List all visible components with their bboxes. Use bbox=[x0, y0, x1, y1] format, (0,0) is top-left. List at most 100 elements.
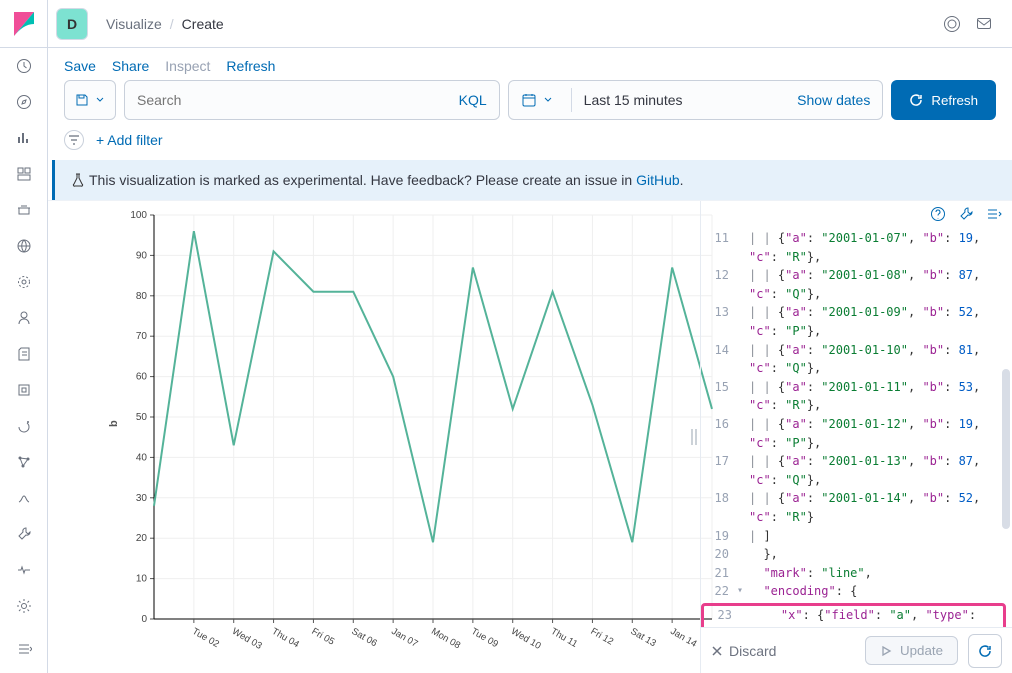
search-input[interactable] bbox=[137, 92, 449, 108]
svg-text:10: 10 bbox=[136, 574, 148, 585]
search-input-wrap[interactable]: KQL bbox=[124, 80, 500, 120]
nav-visualize-icon[interactable] bbox=[0, 120, 48, 156]
calendar-icon bbox=[521, 92, 537, 108]
scrollbar-thumb[interactable] bbox=[1002, 369, 1010, 529]
chevron-down-icon bbox=[95, 95, 105, 105]
newsfeed-icon[interactable] bbox=[972, 12, 996, 36]
filter-options-icon[interactable] bbox=[64, 130, 84, 150]
save-icon bbox=[75, 93, 89, 107]
refresh-link[interactable]: Refresh bbox=[226, 58, 275, 74]
line-chart: 0102030405060708090100Tue 02Wed 03Thu 04… bbox=[120, 209, 720, 655]
nav-graph-icon[interactable] bbox=[0, 444, 48, 480]
svg-text:Tue 02: Tue 02 bbox=[190, 626, 221, 650]
nav-management-icon[interactable] bbox=[0, 588, 48, 624]
nav-logs-icon[interactable] bbox=[0, 336, 48, 372]
code-line[interactable]: 18| | {"a": "2001-01-14", "b": 52, "c": … bbox=[701, 489, 1012, 526]
svg-text:Sat 13: Sat 13 bbox=[629, 626, 658, 649]
code-line[interactable]: 20 }, bbox=[701, 545, 1012, 564]
editor-toolbar bbox=[701, 201, 1012, 229]
discard-button[interactable]: Discard bbox=[711, 643, 776, 659]
code-line[interactable]: 13| | {"a": "2001-01-09", "b": 52, "c": … bbox=[701, 303, 1012, 340]
auto-refresh-button[interactable] bbox=[968, 634, 1002, 668]
help-icon[interactable] bbox=[940, 12, 964, 36]
svg-text:Fri 12: Fri 12 bbox=[589, 626, 616, 648]
nav-ml-icon[interactable] bbox=[0, 264, 48, 300]
nav-infra-icon[interactable] bbox=[0, 300, 48, 336]
filter-bar: + Add filter bbox=[48, 128, 1012, 160]
nav-dashboard-icon[interactable] bbox=[0, 156, 48, 192]
svg-text:Wed 03: Wed 03 bbox=[230, 626, 264, 652]
nav-collapse-icon[interactable] bbox=[0, 631, 48, 667]
top-bar: D Visualize / Create bbox=[48, 0, 1012, 48]
chevron-down-icon bbox=[543, 95, 553, 105]
play-icon bbox=[880, 645, 892, 657]
kibana-logo[interactable] bbox=[0, 0, 48, 48]
time-picker-value: Last 15 minutes bbox=[584, 92, 683, 108]
code-line[interactable]: 22▾ "encoding": { bbox=[701, 582, 1012, 601]
editor-help-icon[interactable] bbox=[930, 206, 946, 225]
refresh-icon bbox=[909, 93, 923, 107]
svg-text:0: 0 bbox=[141, 614, 147, 625]
experimental-callout: This visualization is marked as experime… bbox=[52, 160, 1012, 200]
visualization-pane: b 0102030405060708090100Tue 02Wed 03Thu … bbox=[48, 201, 688, 673]
nav-canvas-icon[interactable] bbox=[0, 192, 48, 228]
svg-text:Jan 14: Jan 14 bbox=[668, 626, 698, 650]
vega-editor-pane: 11| | {"a": "2001-01-07", "b": 19, "c": … bbox=[700, 201, 1012, 673]
code-line[interactable]: 21 "mark": "line", bbox=[701, 564, 1012, 583]
svg-text:60: 60 bbox=[136, 372, 148, 383]
beaker-icon bbox=[71, 173, 85, 187]
svg-text:Thu 04: Thu 04 bbox=[270, 626, 301, 650]
time-picker[interactable]: Last 15 minutes Show dates bbox=[508, 80, 884, 120]
breadcrumb: Visualize / Create bbox=[106, 16, 224, 32]
svg-text:100: 100 bbox=[130, 210, 147, 221]
svg-text:40: 40 bbox=[136, 452, 148, 463]
refresh-icon bbox=[978, 644, 992, 658]
show-dates-link[interactable]: Show dates bbox=[797, 92, 870, 108]
nav-siem-icon[interactable] bbox=[0, 480, 48, 516]
add-filter-link[interactable]: + Add filter bbox=[96, 132, 163, 148]
nav-recent-icon[interactable] bbox=[0, 48, 48, 84]
code-line[interactable]: 17| | {"a": "2001-01-13", "b": 87, "c": … bbox=[701, 452, 1012, 489]
code-line[interactable]: 19| ] bbox=[701, 527, 1012, 546]
close-icon bbox=[711, 645, 723, 657]
query-bar: KQL Last 15 minutes Show dates Refresh bbox=[48, 80, 1012, 128]
nav-maps-icon[interactable] bbox=[0, 228, 48, 264]
update-button[interactable]: Update bbox=[865, 636, 958, 665]
kql-toggle[interactable]: KQL bbox=[459, 92, 487, 108]
nav-discover-icon[interactable] bbox=[0, 84, 48, 120]
svg-text:50: 50 bbox=[136, 412, 148, 423]
share-link[interactable]: Share bbox=[112, 58, 149, 74]
github-link[interactable]: GitHub bbox=[636, 172, 680, 188]
code-line[interactable]: 15| | {"a": "2001-01-11", "b": 53, "c": … bbox=[701, 378, 1012, 415]
code-line[interactable]: 14| | {"a": "2001-01-10", "b": 81, "c": … bbox=[701, 341, 1012, 378]
svg-text:80: 80 bbox=[136, 291, 148, 302]
action-bar: Save Share Inspect Refresh bbox=[48, 48, 1012, 80]
svg-text:90: 90 bbox=[136, 250, 148, 261]
code-line[interactable]: 11| | {"a": "2001-01-07", "b": 19, "c": … bbox=[701, 229, 1012, 266]
nav-devtools-icon[interactable] bbox=[0, 516, 48, 552]
chart-y-label: b bbox=[108, 420, 120, 427]
breadcrumb-visualize[interactable]: Visualize bbox=[106, 16, 162, 32]
nav-apm-icon[interactable] bbox=[0, 372, 48, 408]
saved-query-button[interactable] bbox=[64, 80, 116, 120]
space-selector[interactable]: D bbox=[56, 8, 88, 40]
svg-text:Tue 09: Tue 09 bbox=[469, 626, 500, 650]
nav-monitoring-icon[interactable] bbox=[0, 552, 48, 588]
svg-text:Fri 05: Fri 05 bbox=[310, 626, 337, 648]
refresh-button[interactable]: Refresh bbox=[891, 80, 996, 120]
code-line[interactable]: 12| | {"a": "2001-01-08", "b": 87, "c": … bbox=[701, 266, 1012, 303]
editor-settings-icon[interactable] bbox=[958, 206, 974, 225]
callout-text: This visualization is marked as experime… bbox=[89, 172, 636, 188]
breadcrumb-current: Create bbox=[182, 16, 224, 32]
editor-expand-icon[interactable] bbox=[986, 206, 1002, 225]
code-line[interactable]: 23 "x": {"field": "a", "type": "temporal… bbox=[701, 603, 1006, 627]
save-link[interactable]: Save bbox=[64, 58, 96, 74]
side-nav bbox=[0, 0, 48, 673]
nav-uptime-icon[interactable] bbox=[0, 408, 48, 444]
code-editor[interactable]: 11| | {"a": "2001-01-07", "b": 19, "c": … bbox=[701, 229, 1012, 627]
svg-text:20: 20 bbox=[136, 533, 148, 544]
editor-footer: Discard Update bbox=[701, 627, 1012, 673]
svg-text:Mon 08: Mon 08 bbox=[429, 626, 462, 651]
svg-text:70: 70 bbox=[136, 331, 148, 342]
code-line[interactable]: 16| | {"a": "2001-01-12", "b": 19, "c": … bbox=[701, 415, 1012, 452]
